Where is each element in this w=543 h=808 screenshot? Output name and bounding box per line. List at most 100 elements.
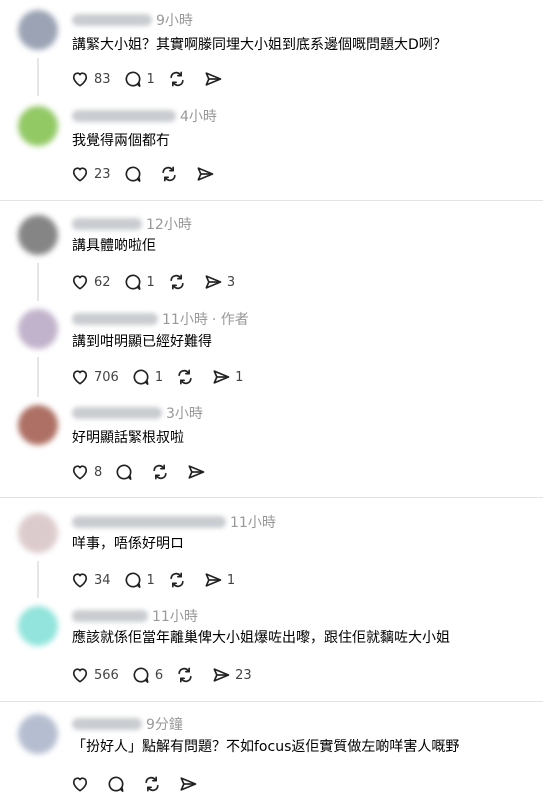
comment-text: 應該就係佢當年離巢俾大小姐爆咗出嚟，跟住佢就黐咗大小姐 bbox=[72, 630, 450, 646]
share-button[interactable]: 1 bbox=[205, 362, 249, 392]
share-count: 1 bbox=[235, 369, 244, 385]
share-button[interactable] bbox=[189, 159, 225, 189]
timestamp: 12小時 bbox=[146, 217, 192, 233]
like-count: 8 bbox=[94, 464, 103, 480]
send-icon bbox=[205, 72, 222, 86]
like-button[interactable]: 566 bbox=[64, 660, 125, 690]
repost-button[interactable] bbox=[169, 660, 205, 690]
repost-icon bbox=[161, 166, 176, 182]
avatar[interactable] bbox=[18, 714, 58, 754]
thread-line bbox=[37, 561, 39, 598]
reply-button[interactable]: 1 bbox=[117, 565, 161, 595]
like-button[interactable]: 34 bbox=[64, 565, 117, 595]
username[interactable] bbox=[72, 14, 152, 26]
send-icon bbox=[205, 275, 222, 289]
username[interactable] bbox=[72, 407, 162, 419]
avatar[interactable] bbox=[18, 215, 58, 255]
avatar[interactable] bbox=[18, 106, 58, 146]
share-button[interactable]: 1 bbox=[197, 565, 241, 595]
timestamp: 9分鐘 bbox=[146, 717, 183, 733]
reply-button[interactable]: 1 bbox=[117, 64, 161, 94]
repost-button[interactable] bbox=[169, 362, 205, 392]
share-button[interactable]: 23 bbox=[205, 660, 258, 690]
comment-header: 11小時 bbox=[72, 606, 198, 626]
reply-button[interactable] bbox=[117, 159, 153, 189]
like-count: 34 bbox=[94, 572, 111, 588]
heart-icon bbox=[72, 777, 88, 792]
avatar[interactable] bbox=[18, 309, 58, 349]
avatar[interactable] bbox=[18, 405, 58, 445]
reply-button[interactable]: 1 bbox=[125, 362, 169, 392]
repost-icon bbox=[178, 667, 192, 683]
reply-count: 1 bbox=[146, 274, 155, 290]
reply-button[interactable]: 6 bbox=[125, 660, 169, 690]
repost-icon bbox=[170, 572, 184, 588]
avatar[interactable] bbox=[18, 513, 58, 553]
repost-button[interactable] bbox=[161, 267, 197, 297]
share-button[interactable] bbox=[197, 64, 233, 94]
heart-icon bbox=[72, 573, 88, 588]
reply-button[interactable]: 1 bbox=[117, 267, 161, 297]
comment-item: 11小時 咩事，唔係好明ロ 34 1 1 bbox=[0, 498, 543, 598]
comment-text: 講到咁明顯已經好難得 bbox=[72, 334, 212, 350]
like-button[interactable]: 62 bbox=[64, 267, 117, 297]
heart-icon bbox=[72, 668, 88, 683]
comment-item: 11小時 應該就係佢當年離巢俾大小姐爆咗出嚟，跟住佢就黐咗大小姐 566 6 2… bbox=[0, 598, 543, 701]
like-button[interactable]: 83 bbox=[64, 64, 117, 94]
like-count: 566 bbox=[94, 667, 119, 683]
repost-button[interactable] bbox=[153, 159, 189, 189]
thread-line bbox=[37, 58, 39, 96]
like-button[interactable] bbox=[64, 769, 100, 799]
like-button[interactable]: 23 bbox=[64, 159, 117, 189]
share-button[interactable]: 3 bbox=[197, 267, 241, 297]
comment-header: 3小時 bbox=[72, 403, 203, 423]
username[interactable] bbox=[72, 110, 176, 122]
like-count: 23 bbox=[94, 166, 111, 182]
reply-count: 6 bbox=[154, 667, 164, 683]
share-count: 23 bbox=[235, 667, 252, 683]
comment-header: 9小時 bbox=[72, 10, 193, 30]
heart-icon bbox=[72, 275, 88, 290]
timestamp: 9小時 bbox=[156, 13, 193, 29]
repost-button[interactable] bbox=[136, 769, 172, 799]
thread-line bbox=[37, 263, 39, 301]
comment-header: 12小時 bbox=[72, 214, 192, 234]
comment-icon bbox=[125, 166, 141, 182]
repost-button[interactable] bbox=[144, 457, 180, 487]
reply-button[interactable] bbox=[100, 769, 136, 799]
username[interactable] bbox=[72, 313, 158, 325]
avatar[interactable] bbox=[18, 10, 58, 50]
heart-icon bbox=[72, 370, 88, 385]
username[interactable] bbox=[72, 218, 142, 230]
username[interactable] bbox=[72, 610, 148, 622]
share-button[interactable] bbox=[180, 457, 216, 487]
username[interactable] bbox=[72, 718, 142, 730]
timestamp: 11小時 bbox=[162, 312, 208, 328]
comment-item: 12小時 講具體啲啦佢 62 1 3 bbox=[0, 201, 543, 301]
repost-button[interactable] bbox=[161, 565, 197, 595]
repost-icon bbox=[145, 776, 159, 792]
comment-item: 4小時 我覺得兩個都冇 23 bbox=[0, 100, 543, 200]
username[interactable] bbox=[72, 516, 226, 528]
author-badge: · 作者 bbox=[211, 312, 249, 328]
action-bar bbox=[64, 769, 208, 799]
action-bar: 706 1 1 bbox=[64, 362, 249, 392]
comment-icon bbox=[116, 464, 132, 480]
repost-button[interactable] bbox=[161, 64, 197, 94]
comment-icon bbox=[125, 274, 141, 290]
repost-icon bbox=[170, 274, 184, 290]
send-icon bbox=[213, 668, 230, 682]
share-button[interactable] bbox=[172, 769, 208, 799]
comment-item: 9小時 講緊大小姐？其實啊滕同埋大小姐到底系邊個嘅問題大D咧？ 83 1 bbox=[0, 0, 543, 100]
comment-icon bbox=[125, 572, 141, 588]
action-bar: 566 6 23 bbox=[64, 660, 258, 690]
avatar[interactable] bbox=[18, 606, 58, 646]
comment-icon bbox=[133, 667, 149, 683]
like-button[interactable]: 706 bbox=[64, 362, 125, 392]
like-button[interactable]: 8 bbox=[64, 457, 108, 487]
comment-icon bbox=[108, 776, 124, 792]
send-icon bbox=[205, 573, 222, 587]
reply-button[interactable] bbox=[108, 457, 144, 487]
like-count: 83 bbox=[94, 71, 111, 87]
repost-icon bbox=[178, 369, 192, 385]
